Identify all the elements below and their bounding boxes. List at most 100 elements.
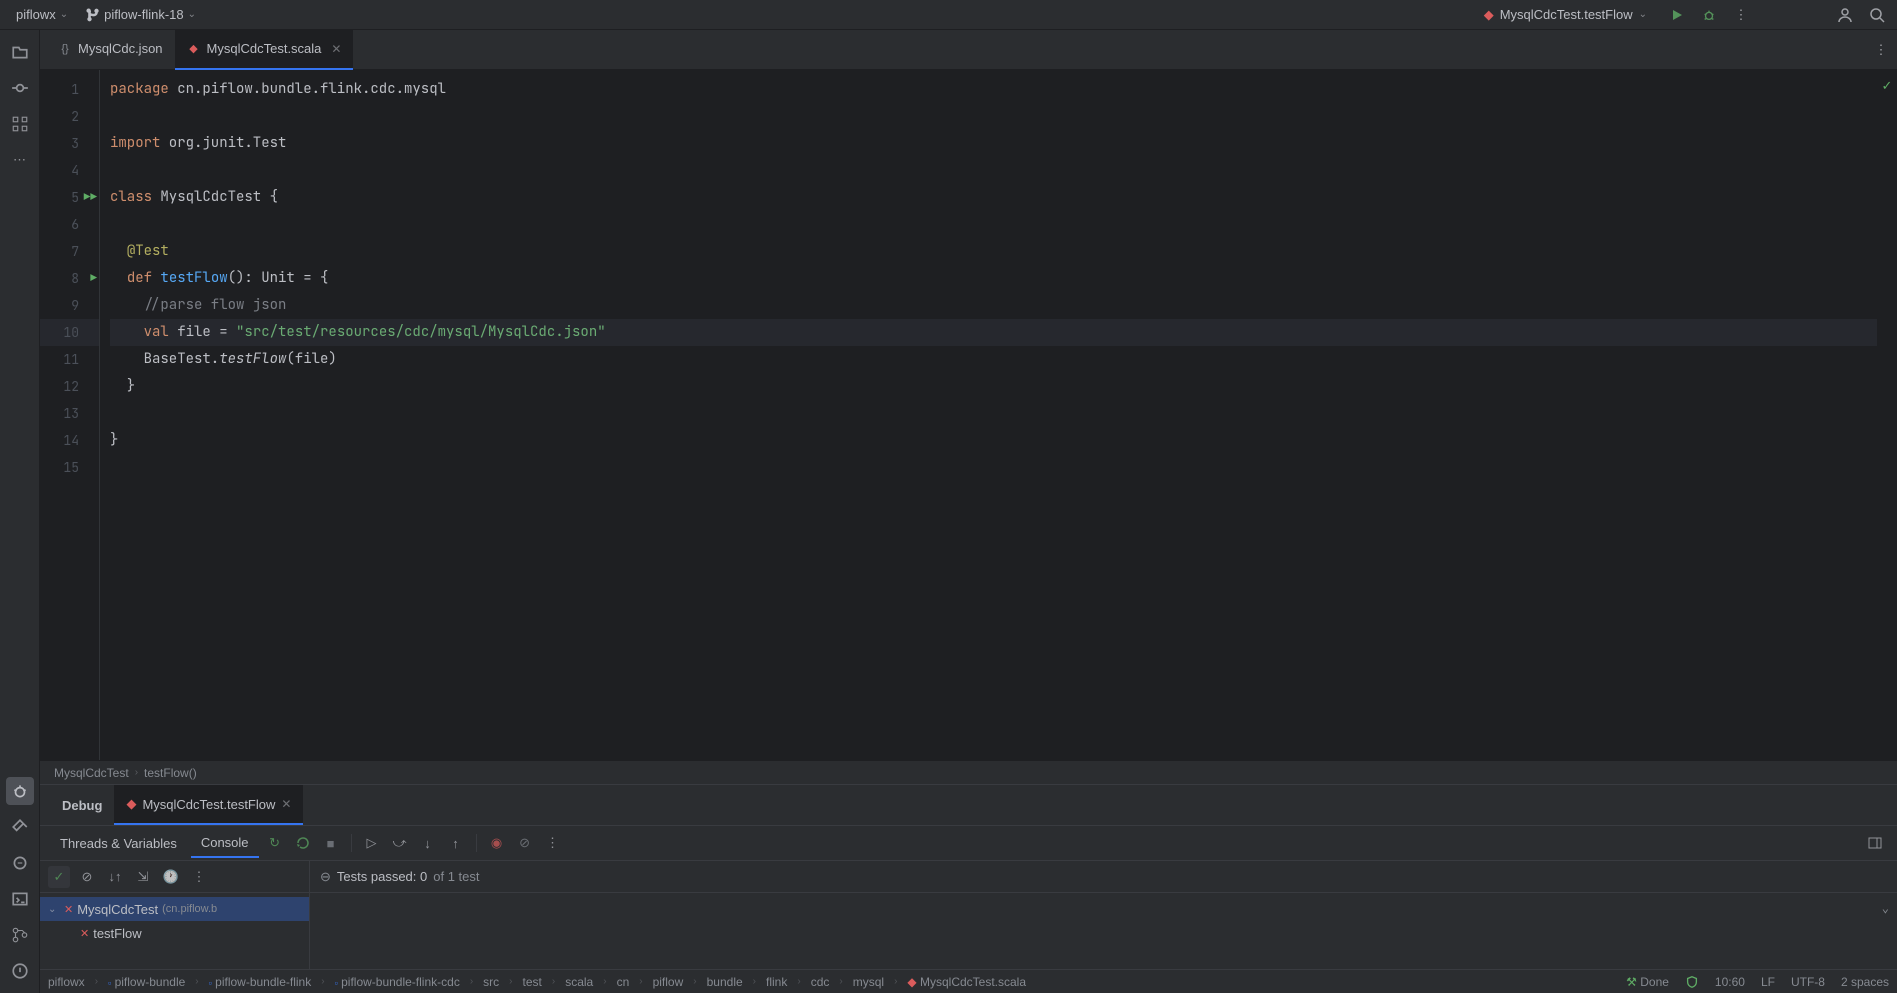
sort-button[interactable]: ↓↑	[104, 866, 126, 888]
test-tree[interactable]: ⌄ ✕ MysqlCdcTest (cn.piflow.b ✕ testFlow	[40, 893, 309, 969]
breadcrumb-segment[interactable]: bundle	[707, 975, 743, 989]
more-tools-icon[interactable]: ⋯	[6, 146, 34, 174]
breadcrumb-segment[interactable]: flink	[766, 975, 787, 989]
breadcrumb-class[interactable]: MysqlCdcTest	[54, 766, 129, 780]
vcs-tool-icon[interactable]	[6, 921, 34, 949]
rerun-failed-button[interactable]	[291, 831, 315, 855]
breadcrumb-segment[interactable]: piflowx	[48, 975, 85, 989]
breadcrumb-segment[interactable]: ◆ MysqlCdcTest.scala	[907, 975, 1026, 989]
run-gutter-icon[interactable]: ▶▶	[84, 184, 97, 211]
code-content[interactable]: package cn.piflow.bundle.flink.cdc.mysql…	[100, 70, 1877, 760]
breadcrumb-segment[interactable]: scala	[565, 975, 593, 989]
debug-tab[interactable]: Debug	[50, 785, 114, 825]
branch-icon	[86, 8, 100, 22]
debug-run-tab[interactable]: ◆ MysqlCdcTest.testFlow ✕	[114, 785, 303, 825]
left-tool-rail: ⋯	[0, 30, 40, 993]
scala-icon: ◆	[187, 42, 201, 56]
status-icon: ⊖	[320, 869, 331, 885]
chevron-right-icon: ›	[470, 976, 473, 987]
stop-button[interactable]: ■	[319, 831, 343, 855]
account-icon[interactable]	[1835, 5, 1855, 25]
layout-button[interactable]	[1863, 831, 1887, 855]
breadcrumb-segment[interactable]: piflow	[653, 975, 684, 989]
commit-tool-icon[interactable]	[6, 74, 34, 102]
more-menu[interactable]: ⋮	[1731, 5, 1751, 25]
search-icon[interactable]	[1867, 5, 1887, 25]
debug-tool-icon[interactable]	[6, 777, 34, 805]
encoding[interactable]: UTF-8	[1791, 975, 1825, 989]
scroll-down-icon[interactable]: ⌄	[1882, 901, 1889, 915]
run-button[interactable]	[1667, 5, 1687, 25]
editor-tab[interactable]: ◆ MysqlCdcTest.scala ✕	[175, 30, 354, 70]
structure-tool-icon[interactable]	[6, 110, 34, 138]
step-into-button[interactable]: ↓	[416, 831, 440, 855]
editor-marks: ✓	[1877, 70, 1897, 760]
scala-icon: ◆	[1484, 7, 1494, 23]
indent[interactable]: 2 spaces	[1841, 975, 1889, 989]
tabs-menu-icon[interactable]: ⋮	[1871, 40, 1891, 60]
console-tab[interactable]: Console	[191, 829, 259, 858]
breadcrumb-segment[interactable]: test	[523, 975, 542, 989]
chevron-right-icon: ›	[639, 976, 642, 987]
show-ignored-button[interactable]: ⊘	[76, 866, 98, 888]
editor-breadcrumb: MysqlCdcTest › testFlow()	[40, 760, 1897, 784]
chevron-down-icon: ⌄	[188, 9, 196, 20]
chevron-right-icon: ›	[753, 976, 756, 987]
inspection-ok-icon[interactable]: ✓	[1877, 78, 1897, 94]
test-tree-parent[interactable]: ⌄ ✕ MysqlCdcTest (cn.piflow.b	[40, 897, 309, 921]
nav-breadcrumb[interactable]: piflowx › ▫ piflow-bundle › ▫ piflow-bundle-…	[48, 975, 1026, 989]
show-passed-button[interactable]: ✓	[48, 866, 70, 888]
editor-tabs: {}MysqlCdc.json ◆ MysqlCdcTest.scala ✕ ⋮	[40, 30, 1897, 70]
breadcrumb-segment[interactable]: ▫ piflow-bundle-flink-cdc	[335, 975, 460, 989]
step-out-button[interactable]: ↑	[444, 831, 468, 855]
debug-panel: Debug ◆ MysqlCdcTest.testFlow ✕ Threads …	[40, 784, 1897, 969]
breadcrumb-segment[interactable]: ▫ piflow-bundle	[108, 975, 185, 989]
module-icon: ▫	[108, 978, 111, 988]
breadcrumb-segment[interactable]: cdc	[811, 975, 830, 989]
view-breakpoints-button[interactable]: ◉	[485, 831, 509, 855]
expand-arrow-icon[interactable]: ⌄	[48, 904, 60, 915]
branch-name: piflow-flink-18	[104, 7, 183, 22]
cursor-position[interactable]: 10:60	[1715, 975, 1745, 989]
inspection-shield[interactable]	[1685, 975, 1699, 989]
more-debug-button[interactable]: ⋮	[541, 831, 565, 855]
build-tool-icon[interactable]	[6, 813, 34, 841]
mute-breakpoints-button[interactable]: ⊘	[513, 831, 537, 855]
fail-icon: ✕	[80, 927, 89, 940]
test-tree-child[interactable]: ✕ testFlow	[40, 921, 309, 945]
resume-button[interactable]: ▷	[360, 831, 384, 855]
services-tool-icon[interactable]	[6, 849, 34, 877]
run-config-selector[interactable]: ◆ MysqlCdcTest.testFlow ⌄	[1476, 5, 1655, 25]
history-button[interactable]: 🕐	[160, 866, 182, 888]
project-selector[interactable]: piflowx ⌄	[10, 5, 74, 24]
line-separator[interactable]: LF	[1761, 975, 1775, 989]
breadcrumb-segment[interactable]: mysql	[853, 975, 884, 989]
close-icon[interactable]: ✕	[281, 797, 291, 811]
breadcrumb-segment[interactable]: src	[483, 975, 499, 989]
debug-button[interactable]	[1699, 5, 1719, 25]
build-status[interactable]: ⚒ Done	[1626, 975, 1669, 989]
run-gutter-icon[interactable]: ▶	[90, 265, 97, 292]
rerun-button[interactable]: ↻	[263, 831, 287, 855]
test-output[interactable]: ⌄	[310, 893, 1897, 969]
project-tool-icon[interactable]	[6, 38, 34, 66]
step-over-button[interactable]: ⤻	[388, 831, 412, 855]
breadcrumb-segment[interactable]: cn	[617, 975, 630, 989]
expand-button[interactable]: ⇲	[132, 866, 154, 888]
test-more-button[interactable]: ⋮	[188, 866, 210, 888]
test-status: ⊖ Tests passed: 0 of 1 test	[310, 861, 1897, 893]
code-editor[interactable]: 12345▶▶678▶9101112131415 package cn.pifl…	[40, 70, 1897, 760]
branch-selector[interactable]: piflow-flink-18 ⌄	[78, 5, 204, 24]
threads-tab[interactable]: Threads & Variables	[50, 830, 187, 857]
problems-tool-icon[interactable]	[6, 957, 34, 985]
breadcrumb-method[interactable]: testFlow()	[144, 766, 197, 780]
close-icon[interactable]: ✕	[331, 42, 341, 56]
chevron-right-icon: ›	[321, 976, 324, 987]
tab-label: MysqlCdcTest.scala	[207, 41, 322, 56]
status-bar: piflowx › ▫ piflow-bundle › ▫ piflow-bundle-…	[40, 969, 1897, 993]
breadcrumb-segment[interactable]: ▫ piflow-bundle-flink	[209, 975, 312, 989]
terminal-tool-icon[interactable]	[6, 885, 34, 913]
line-gutter: 12345▶▶678▶9101112131415	[40, 70, 100, 760]
chevron-right-icon: ›	[839, 976, 842, 987]
editor-tab[interactable]: {}MysqlCdc.json	[46, 30, 175, 70]
